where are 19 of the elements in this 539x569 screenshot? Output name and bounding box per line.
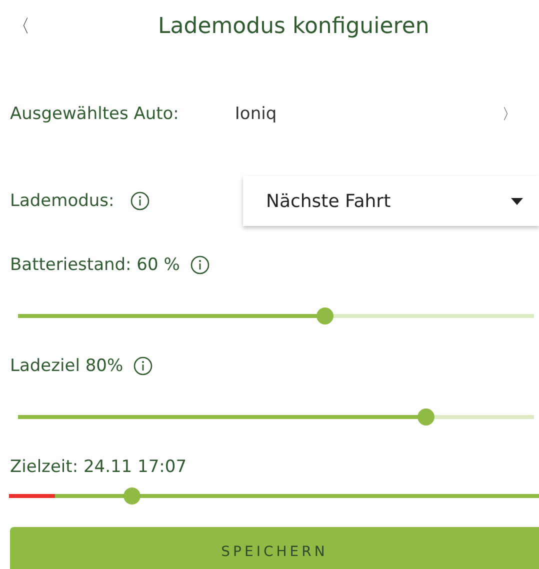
slider-label: Zielzeit: 24.11 17:07 [10, 457, 187, 477]
page-title: Lademodus konfiguieren [158, 14, 430, 38]
caret-icon [511, 198, 523, 204]
info-icon[interactable] [190, 255, 210, 275]
minimum-segment [9, 494, 55, 498]
info-icon[interactable] [133, 356, 154, 376]
chevron-icon[interactable]: 〉 [502, 104, 517, 124]
slider-thumb[interactable] [417, 408, 434, 426]
slider-thumb[interactable] [123, 488, 140, 504]
car-value[interactable]: Ioniq [234, 104, 277, 124]
slider-thumb[interactable] [316, 308, 334, 324]
back-button[interactable]: 〈 [12, 14, 30, 38]
slider-label: Ladeziel 80% [10, 356, 124, 376]
car-label: Ausgewähltes Auto: [10, 104, 179, 124]
mode-label: Lademodus: [10, 191, 114, 211]
info-icon[interactable] [130, 191, 150, 211]
save-button[interactable]: SPEICHERN [10, 527, 539, 569]
mode-dropdown[interactable]: Nächste Fahrt [243, 176, 539, 226]
slider-label: Batteriestand: 60 % [10, 255, 180, 275]
